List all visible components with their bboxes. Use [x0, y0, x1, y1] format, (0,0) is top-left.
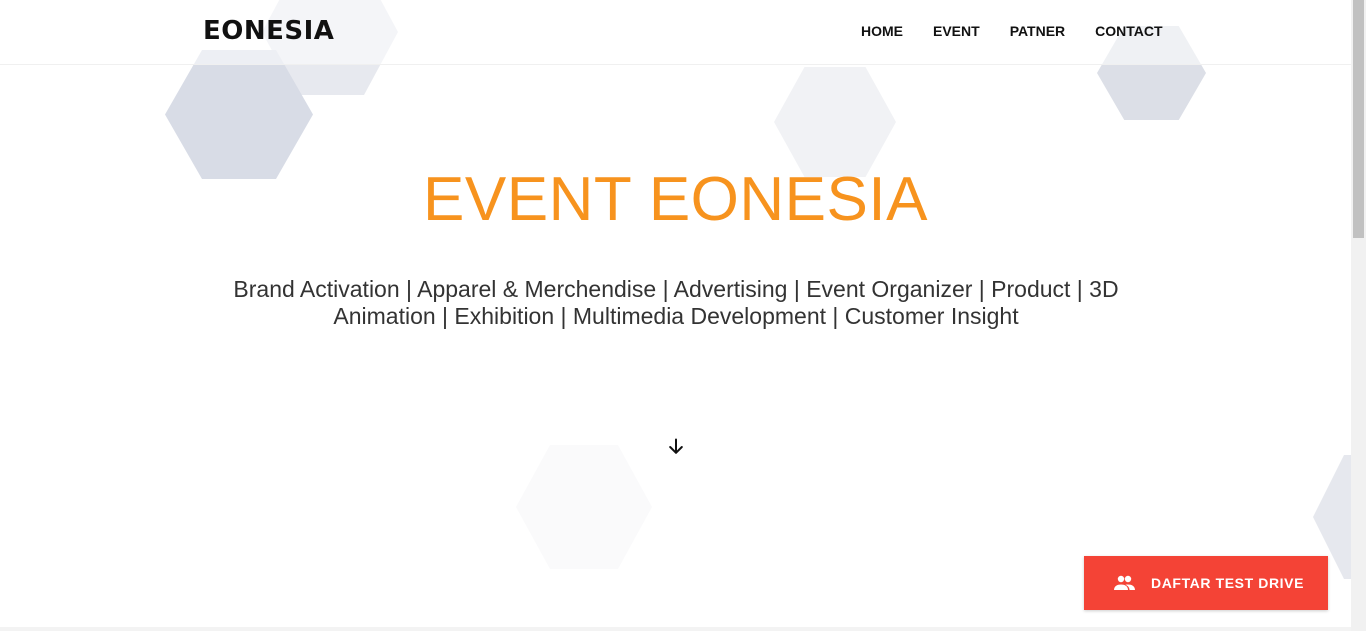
arrow-down-icon — [669, 438, 683, 454]
site-header: EONESIA HOME EVENT PATNER CONTACT — [0, 0, 1351, 65]
nav-partner[interactable]: PATNER — [1010, 22, 1065, 40]
decorative-hexagon — [516, 445, 652, 569]
decorative-hexagon — [774, 67, 896, 177]
scrollbar-thumb[interactable] — [1353, 0, 1364, 238]
scroll-down-button[interactable] — [663, 434, 689, 460]
page: EONESIA HOME EVENT PATNER CONTACT EVENT … — [0, 0, 1366, 631]
page-scrollbar[interactable] — [1351, 0, 1366, 631]
nav-home[interactable]: HOME — [861, 22, 903, 40]
nav-contact[interactable]: CONTACT — [1095, 22, 1162, 40]
people-icon — [1112, 571, 1136, 595]
hero-subtitle: Brand Activation | Apparel & Merchendise… — [233, 276, 1119, 329]
hero-title: EVENT EONESIA — [423, 165, 928, 234]
footer-divider — [0, 627, 1351, 631]
nav-event[interactable]: EVENT — [933, 22, 980, 40]
test-drive-button[interactable]: DAFTAR TEST DRIVE — [1084, 556, 1328, 610]
site-logo[interactable]: EONESIA — [203, 15, 334, 47]
main-nav: HOME EVENT PATNER CONTACT — [861, 22, 1163, 40]
test-drive-label: DAFTAR TEST DRIVE — [1151, 575, 1305, 591]
